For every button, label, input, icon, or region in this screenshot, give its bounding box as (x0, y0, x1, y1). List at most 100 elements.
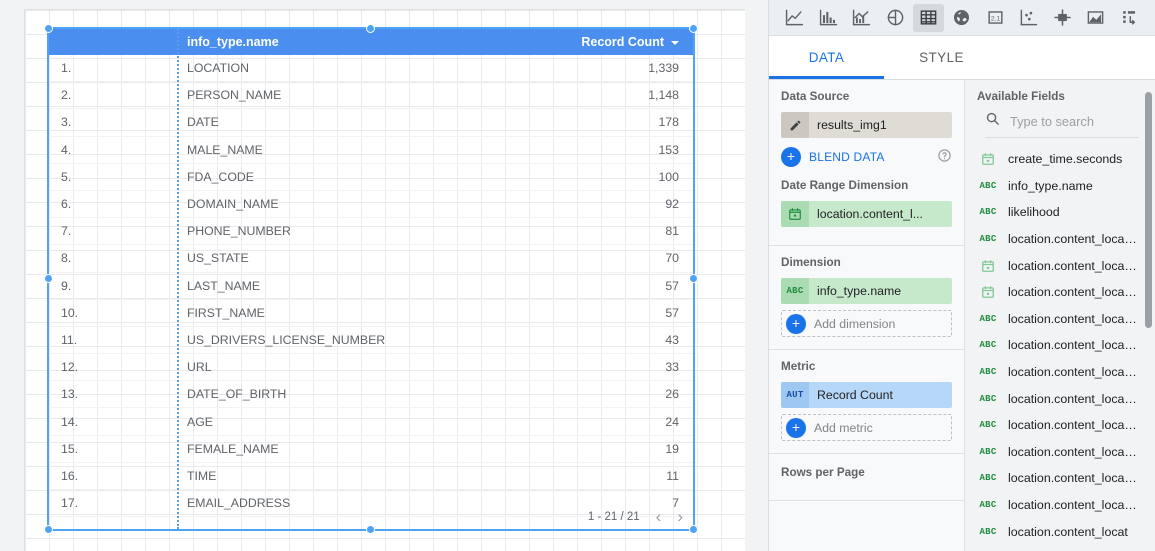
table-row[interactable]: 9.LAST_NAME57 (49, 273, 693, 300)
resize-handle-top-left[interactable] (44, 24, 53, 33)
add-metric-button[interactable]: + Add metric (781, 414, 952, 441)
available-field-item[interactable]: ABClocation.content_locat... (965, 465, 1155, 492)
table-row[interactable]: 3.DATE178 (49, 109, 693, 136)
pagination-next-icon[interactable]: › (677, 508, 683, 525)
row-metric-value: 1,148 (433, 88, 693, 102)
svg-text:2.1: 2.1 (991, 15, 1001, 22)
available-field-item[interactable]: ABClocation.content_locat... (965, 226, 1155, 253)
data-source-chip[interactable]: results_img1 (781, 112, 952, 138)
available-field-item[interactable]: ABClocation.content_locat... (965, 385, 1155, 412)
blend-data-label: BLEND DATA (809, 150, 885, 164)
scorecard-chart[interactable]: 2.1 (980, 4, 1011, 32)
app-root: info_type.name Record Count 1.LOCATION1,… (0, 0, 1155, 551)
pivot-table-chart[interactable] (1114, 4, 1145, 32)
table-row[interactable]: 11.US_DRIVERS_LICENSE_NUMBER43 (49, 327, 693, 354)
panel-body: Data Source results_img1 + BLEND DATA (769, 80, 1155, 551)
available-field-item[interactable]: ABClocation.content_locat... (965, 412, 1155, 439)
available-fields-scrollbar[interactable] (1145, 92, 1152, 328)
geo-map-chart[interactable] (946, 4, 977, 32)
header-dimension-col[interactable]: info_type.name (177, 35, 433, 49)
available-field-item[interactable]: location.content_locat... (965, 279, 1155, 306)
table-row[interactable]: 4.MALE_NAME153 (49, 137, 693, 164)
table-row[interactable]: 8.US_STATE70 (49, 245, 693, 272)
resize-handle-middle-left[interactable] (44, 274, 53, 283)
resize-handle-bottom-center[interactable] (366, 525, 375, 534)
date-range-title: Date Range Dimension (781, 179, 952, 192)
time-series-chart[interactable] (779, 4, 810, 32)
combo-chart[interactable] (846, 4, 877, 32)
resize-handle-bottom-left[interactable] (44, 525, 53, 534)
available-field-item[interactable]: ABClikelihood (965, 199, 1155, 226)
available-field-item[interactable]: ABClocation.content_locat... (965, 439, 1155, 466)
table-chart[interactable] (913, 4, 944, 32)
available-field-item[interactable]: ABClocation.content_locat... (965, 332, 1155, 359)
bullet-chart[interactable] (1047, 4, 1078, 32)
add-dimension-button[interactable]: + Add dimension (781, 310, 952, 337)
combo-icon (851, 8, 872, 27)
dimension-chip[interactable]: ABC info_type.name (781, 278, 952, 304)
pagination-prev-icon[interactable]: ‹ (656, 508, 662, 525)
row-dimension-value: FEMALE_NAME (177, 442, 433, 456)
table-row[interactable]: 16.TIME11 (49, 463, 693, 490)
table-row[interactable]: 6.DOMAIN_NAME92 (49, 191, 693, 218)
table-row[interactable]: 1.LOCATION1,339 (49, 55, 693, 82)
field-search-row[interactable] (985, 111, 1139, 138)
table-row[interactable]: 14.AGE24 (49, 408, 693, 435)
pencil-icon[interactable] (781, 112, 809, 138)
row-dimension-value: US_STATE (177, 251, 433, 265)
table-row[interactable]: 10.FIRST_NAME57 (49, 300, 693, 327)
row-dimension-value: PHONE_NUMBER (177, 224, 433, 238)
abc-field-icon: ABC (979, 340, 997, 350)
row-metric-value: 11 (433, 469, 693, 483)
scatter-chart[interactable] (1013, 4, 1044, 32)
selected-table-chart[interactable]: info_type.name Record Count 1.LOCATION1,… (47, 27, 695, 531)
row-index: 13. (49, 387, 177, 401)
available-field-item[interactable]: ABClocation.content_locat... (965, 492, 1155, 519)
available-field-item[interactable]: ABClocation.content_locat (965, 518, 1155, 545)
add-dimension-plus-icon[interactable]: + (786, 314, 806, 334)
available-fields-list[interactable]: create_time.secondsABCinfo_type.nameABCl… (965, 146, 1155, 551)
row-metric-value: 70 (433, 251, 693, 265)
data-table: info_type.name Record Count 1.LOCATION1,… (49, 29, 693, 529)
resize-handle-bottom-right[interactable] (689, 525, 698, 534)
resize-handle-top-center[interactable] (366, 24, 375, 33)
column-resize-divider[interactable] (177, 29, 179, 529)
row-index: 4. (49, 143, 177, 157)
row-index: 14. (49, 415, 177, 429)
table-row[interactable]: 13.DATE_OF_BIRTH26 (49, 381, 693, 408)
table-row[interactable]: 7.PHONE_NUMBER81 (49, 218, 693, 245)
pie-chart[interactable] (879, 4, 910, 32)
table-row[interactable]: 12.URL33 (49, 354, 693, 381)
available-field-item[interactable]: location.content_locat... (965, 252, 1155, 279)
bar-chart[interactable] (812, 4, 843, 32)
resize-handle-middle-right[interactable] (689, 274, 698, 283)
table-icon (918, 8, 939, 27)
blend-data-row[interactable]: + BLEND DATA (781, 147, 952, 167)
table-row[interactable]: 5.FDA_CODE100 (49, 164, 693, 191)
search-input[interactable] (1010, 114, 1139, 129)
available-field-item[interactable]: ABCinfo_type.name (965, 173, 1155, 200)
row-index: 16. (49, 469, 177, 483)
available-field-item[interactable]: ABClocation.content_locat... (965, 359, 1155, 386)
available-field-item[interactable]: create_time.seconds (965, 146, 1155, 173)
abc-field-icon: ABC (979, 394, 997, 404)
table-row[interactable]: 15.FEMALE_NAME19 (49, 436, 693, 463)
tab-data[interactable]: DATA (769, 36, 884, 79)
table-row[interactable]: 2.PERSON_NAME1,148 (49, 82, 693, 109)
tab-style[interactable]: STYLE (884, 36, 999, 79)
metric-chip[interactable]: AUT Record Count (781, 382, 952, 408)
row-dimension-value: LAST_NAME (177, 279, 433, 293)
available-field-item[interactable]: ABClocation.content_locat... (965, 306, 1155, 333)
row-dimension-value: PERSON_NAME (177, 88, 433, 102)
add-metric-plus-icon[interactable]: + (786, 418, 806, 438)
calendar-field-icon (979, 285, 997, 299)
abc-field-icon: ABC (979, 181, 997, 191)
date-range-chip[interactable]: location.content_l... (781, 201, 952, 227)
report-canvas[interactable]: info_type.name Record Count 1.LOCATION1,… (0, 0, 768, 551)
blend-data-plus-icon[interactable]: + (781, 147, 801, 167)
resize-handle-top-right[interactable] (689, 24, 698, 33)
header-metric-col[interactable]: Record Count (433, 35, 693, 49)
sort-descending-icon[interactable] (671, 41, 679, 45)
area-chart[interactable] (1080, 4, 1111, 32)
help-circle-icon[interactable] (937, 148, 952, 166)
